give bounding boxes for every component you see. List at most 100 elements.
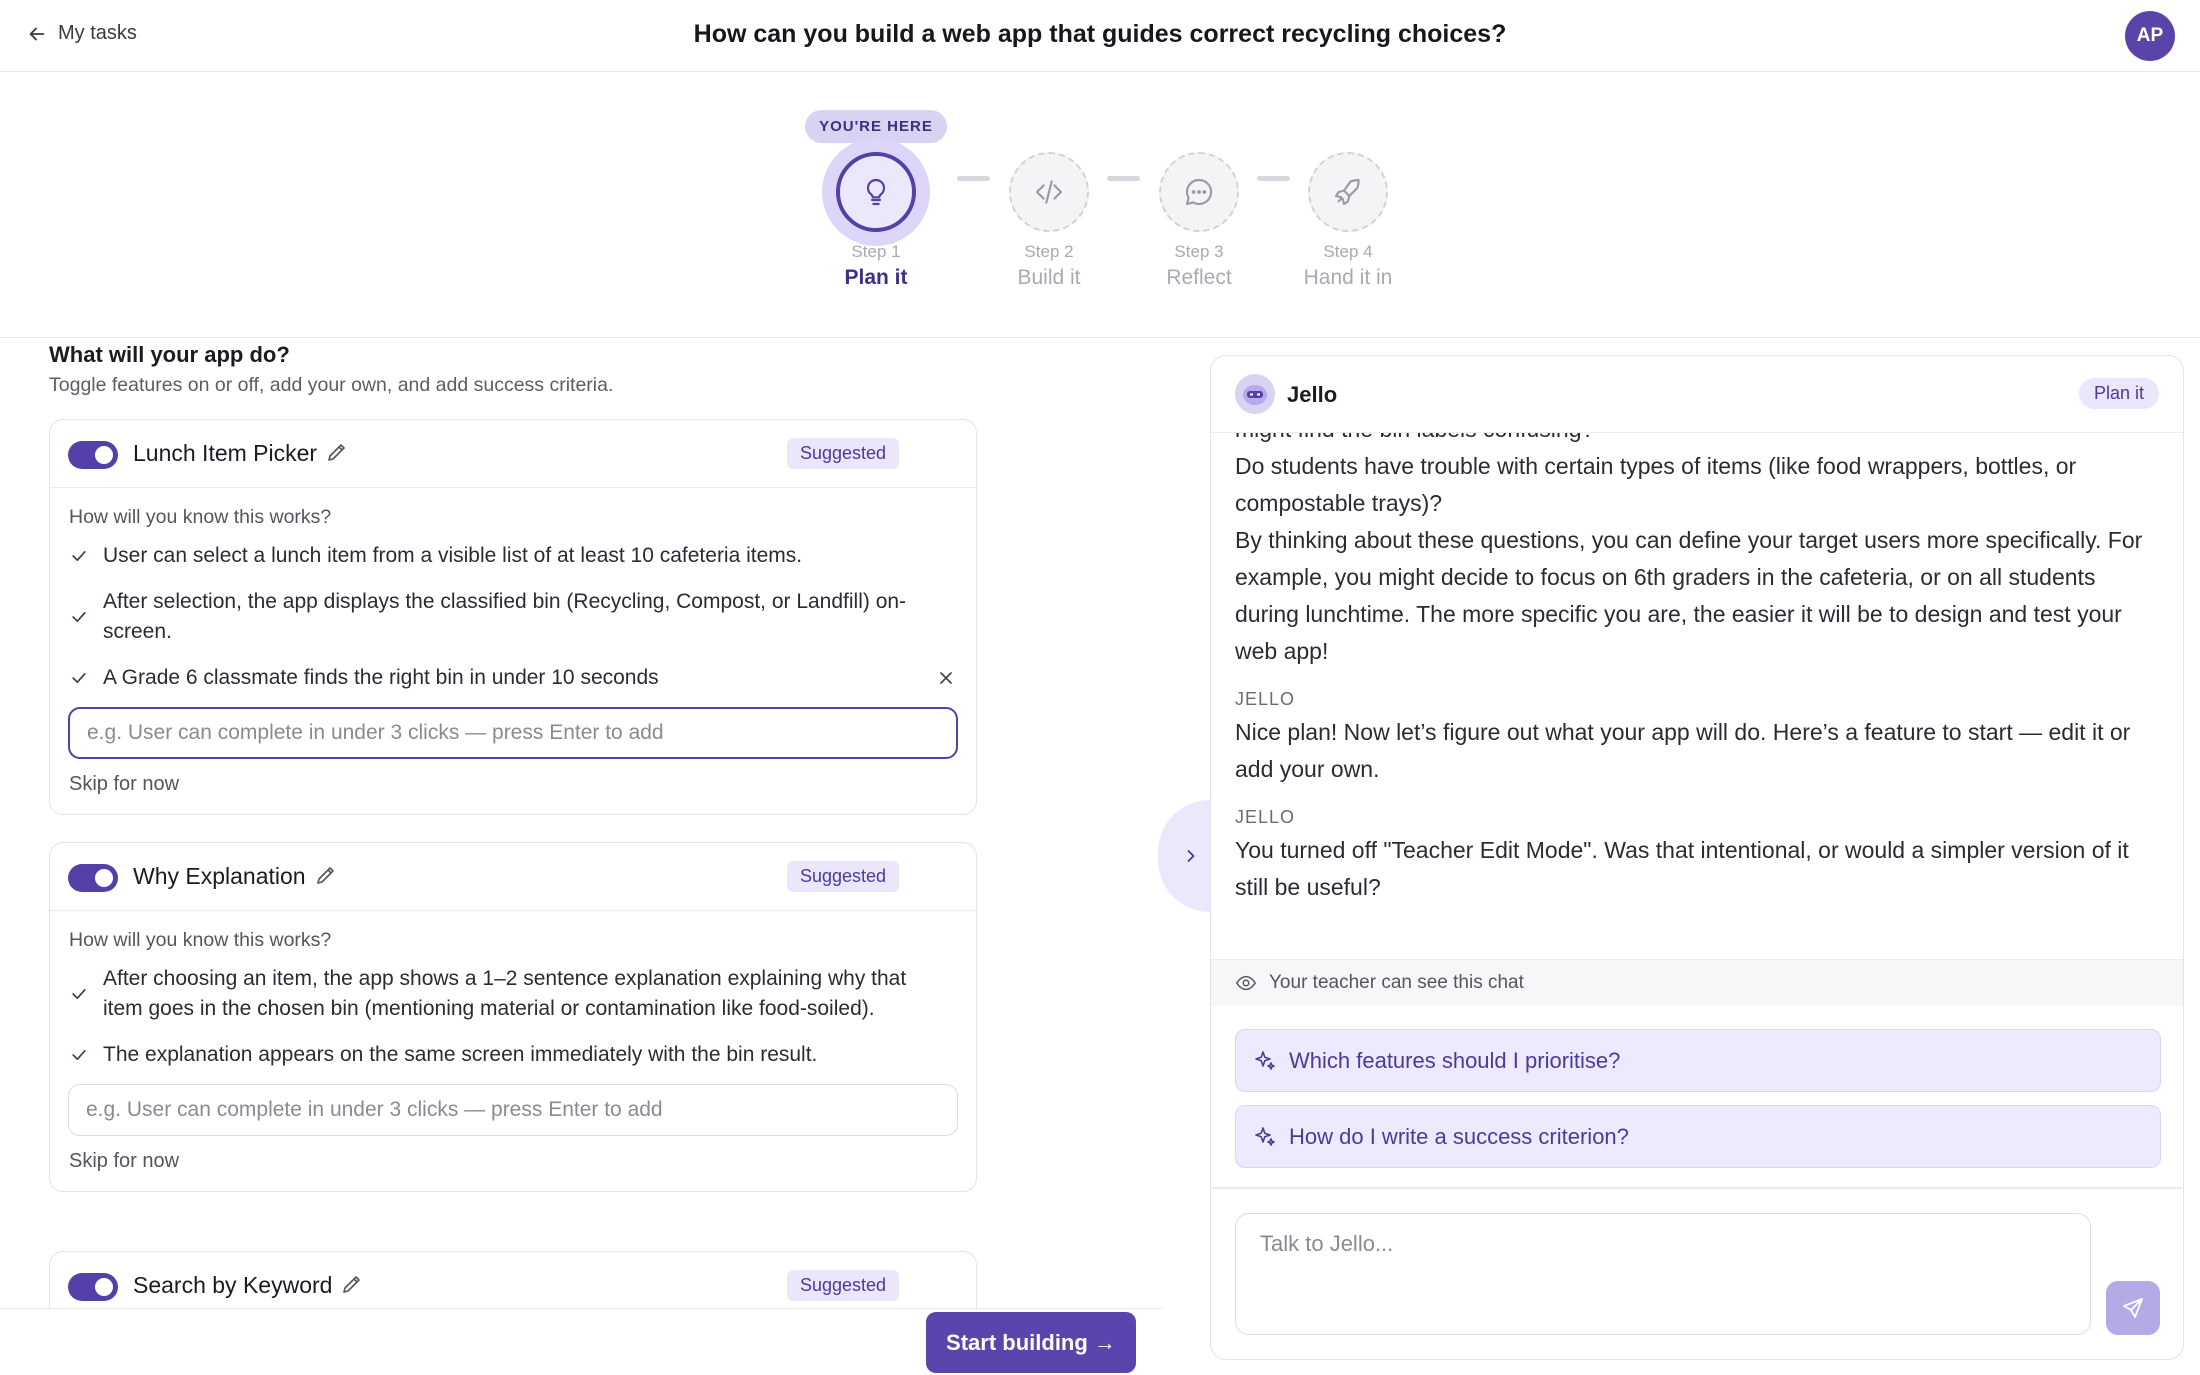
step-1-number: Step 1 bbox=[851, 242, 901, 261]
check-icon bbox=[72, 612, 86, 622]
check-icon bbox=[72, 1050, 86, 1060]
code-icon bbox=[1035, 180, 1063, 204]
eye-icon bbox=[1236, 975, 1256, 991]
features-panel: What will your app do? Toggle features o… bbox=[0, 338, 1162, 1308]
message-speaker: JELLO bbox=[1235, 689, 1296, 709]
feature-card-search-by-keyword: Search by Keyword Suggested bbox=[49, 1251, 977, 1308]
chevron-right-icon bbox=[1187, 850, 1195, 862]
sparkles-icon bbox=[1255, 1050, 1275, 1070]
quick-reply-label: How do I write a success criterion? bbox=[1289, 1123, 1629, 1149]
lightbulb-icon bbox=[866, 178, 886, 206]
step-3-number: Step 3 bbox=[1174, 242, 1224, 261]
feature-card-header: Why Explanation Suggested bbox=[50, 843, 976, 911]
criterion-item: After choosing an item, the app shows a … bbox=[50, 964, 976, 1024]
criterion-text: A Grade 6 classmate finds the right bin … bbox=[103, 666, 659, 689]
user-avatar[interactable]: AP bbox=[2125, 11, 2175, 61]
step-2-label: Build it bbox=[1017, 266, 1081, 289]
step-1-circle bbox=[836, 152, 916, 232]
start-building-button[interactable]: Start building → bbox=[926, 1312, 1136, 1373]
feature-name-text: Why Explanation bbox=[133, 863, 306, 889]
quick-reply-button[interactable]: Which features should I prioritise? bbox=[1235, 1029, 2161, 1092]
criterion-item: After selection, the app displays the cl… bbox=[50, 587, 976, 647]
assistant-name: Jello bbox=[1287, 382, 1338, 407]
quick-reply-button[interactable]: How do I write a success criterion? bbox=[1235, 1105, 2161, 1168]
feature-name: Search by Keyword bbox=[133, 1272, 364, 1299]
step-2-circle bbox=[1009, 152, 1089, 232]
progress-stepper: YOU'RE HERE Step 1 Plan it Step 2 Build … bbox=[0, 72, 2200, 338]
skip-for-now-link[interactable]: Skip for now bbox=[69, 773, 976, 814]
features-heading: What will your app do? bbox=[49, 342, 290, 367]
chat-header: Jello Plan it bbox=[1211, 356, 2183, 433]
feature-name-text: Search by Keyword bbox=[133, 1272, 333, 1298]
check-icon bbox=[72, 673, 86, 683]
feature-name-text: Lunch Item Picker bbox=[133, 440, 318, 466]
features-subtitle: Toggle features on or off, add your own,… bbox=[49, 374, 614, 396]
step-plan-it[interactable]: Step 1 Plan it bbox=[801, 152, 951, 290]
rocket-icon bbox=[1334, 178, 1360, 206]
phase-pill: Plan it bbox=[2078, 378, 2159, 409]
suggested-badge: Suggested bbox=[787, 861, 900, 892]
criterion-item: The explanation appears on the same scre… bbox=[50, 1040, 976, 1070]
criterion-item: A Grade 6 classmate finds the right bin … bbox=[50, 663, 976, 693]
message-text: Nice plan! Now let’s figure out what you… bbox=[1235, 719, 2131, 782]
sparkles-icon bbox=[1255, 1126, 1275, 1146]
criterion-text: User can select a lunch item from a visi… bbox=[103, 544, 803, 567]
feature-card-header: Search by Keyword Suggested bbox=[50, 1252, 976, 1308]
step-hand-it-in[interactable]: Step 4 Hand it in bbox=[1273, 152, 1423, 290]
pencil-icon[interactable] bbox=[340, 1272, 364, 1296]
divider bbox=[1211, 1187, 2183, 1189]
step-1-label: Plan it bbox=[844, 266, 908, 289]
message-speaker: JELLO bbox=[1235, 807, 1296, 827]
feature-card-header: Lunch Item Picker Suggested bbox=[50, 420, 976, 488]
send-button[interactable] bbox=[2106, 1281, 2160, 1335]
criterion-text: The explanation appears on the same scre… bbox=[103, 1043, 818, 1066]
criterion-text: After selection, the app displays the cl… bbox=[103, 590, 907, 643]
you-are-here-badge: YOU'RE HERE bbox=[805, 110, 947, 143]
teacher-visibility-note: Your teacher can see this chat bbox=[1211, 959, 2183, 1006]
step-3-label: Reflect bbox=[1166, 266, 1232, 289]
step-4-number: Step 4 bbox=[1323, 242, 1373, 261]
chat-messages: might find the bin labels confusing? Do … bbox=[1235, 433, 2157, 1315]
message-text: You turned off "Teacher Edit Mode". Was … bbox=[1235, 837, 2129, 900]
remove-criterion-icon[interactable] bbox=[936, 668, 956, 688]
chat-message-input[interactable] bbox=[1235, 1213, 2091, 1335]
feature-name: Why Explanation bbox=[133, 863, 338, 890]
step-2-number: Step 2 bbox=[1024, 242, 1074, 261]
jello-chat-panel: Jello Plan it might find the bin labels … bbox=[1210, 355, 2184, 1360]
success-criteria-label: How will you know this works? bbox=[69, 506, 332, 528]
step-reflect[interactable]: Step 3 Reflect bbox=[1124, 152, 1274, 290]
top-bar: My tasks How can you build a web app tha… bbox=[0, 0, 2200, 72]
chat-bubble-icon bbox=[1185, 178, 1213, 206]
pencil-icon[interactable] bbox=[314, 863, 338, 887]
message-text: Do students have trouble with certain ty… bbox=[1235, 453, 2077, 516]
success-criteria-label: How will you know this works? bbox=[69, 929, 332, 951]
collapse-chat-tab[interactable] bbox=[1158, 800, 1210, 912]
jello-mascot-icon bbox=[1243, 385, 1267, 405]
feature-toggle[interactable] bbox=[68, 864, 118, 892]
step-3-circle bbox=[1159, 152, 1239, 232]
message-text: By thinking about these questions, you c… bbox=[1235, 527, 2143, 664]
step-4-label: Hand it in bbox=[1303, 266, 1393, 289]
check-icon bbox=[72, 989, 86, 999]
add-criterion-input[interactable] bbox=[68, 707, 958, 759]
visibility-text: Your teacher can see this chat bbox=[1269, 972, 1524, 993]
jello-avatar bbox=[1235, 374, 1275, 414]
send-icon bbox=[2123, 1298, 2143, 1318]
quick-reply-label: Which features should I prioritise? bbox=[1289, 1047, 1621, 1073]
feature-toggle[interactable] bbox=[68, 441, 118, 469]
bottom-action-bar: Start building → bbox=[0, 1308, 1162, 1375]
suggested-badge: Suggested bbox=[787, 438, 900, 469]
step-4-circle bbox=[1308, 152, 1388, 232]
step-build-it[interactable]: Step 2 Build it bbox=[974, 152, 1124, 290]
message-text: might find the bin labels confusing? bbox=[1235, 433, 2157, 448]
pencil-icon[interactable] bbox=[325, 440, 349, 464]
add-criterion-input[interactable] bbox=[68, 1084, 958, 1136]
check-icon bbox=[72, 551, 86, 561]
criterion-text: After choosing an item, the app shows a … bbox=[103, 967, 907, 1020]
feature-card-why-explanation: Why Explanation Suggested How will you k… bbox=[49, 842, 977, 1192]
feature-card-lunch-item-picker: Lunch Item Picker Suggested How will you… bbox=[49, 419, 977, 815]
feature-toggle[interactable] bbox=[68, 1273, 118, 1301]
skip-for-now-link[interactable]: Skip for now bbox=[69, 1150, 976, 1191]
page-title: How can you build a web app that guides … bbox=[693, 20, 1507, 48]
feature-name: Lunch Item Picker bbox=[133, 440, 349, 467]
